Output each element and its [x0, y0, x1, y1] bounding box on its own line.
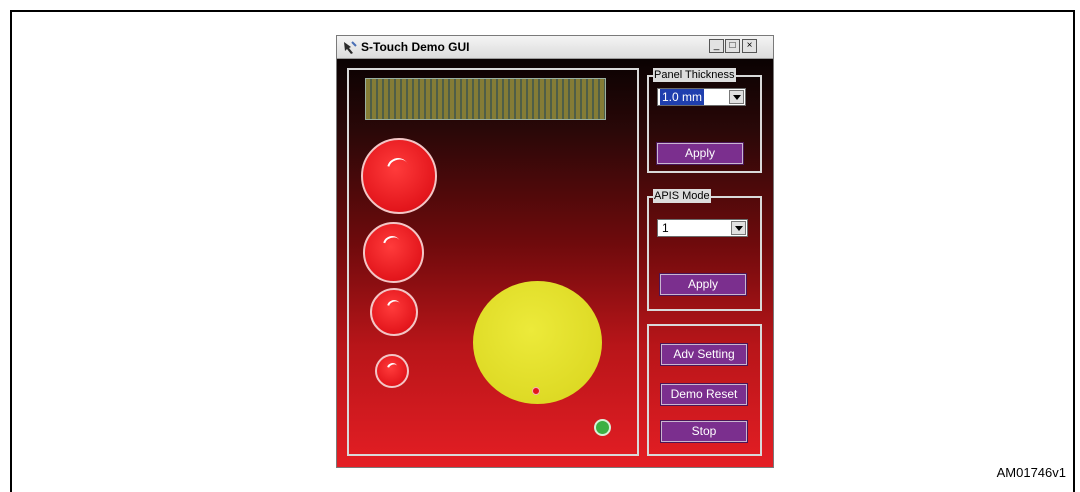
stop-button[interactable]: Stop: [660, 420, 748, 443]
chevron-down-icon[interactable]: [729, 90, 744, 104]
panel-thickness-select[interactable]: 1.0 mm: [657, 88, 746, 106]
title-bar[interactable]: S-Touch Demo GUI _ □ ×: [337, 36, 773, 59]
touch-display-area: [347, 68, 639, 456]
status-indicator-led: [594, 419, 611, 436]
touch-wheel[interactable]: [473, 281, 602, 404]
adv-setting-button[interactable]: Adv Setting: [660, 343, 748, 366]
touch-key-large[interactable]: [361, 138, 437, 214]
window-title: S-Touch Demo GUI: [361, 40, 470, 54]
figure-id: AM01746v1: [996, 465, 1066, 480]
touch-key-tiny[interactable]: [375, 354, 409, 388]
lcd-slider-bar[interactable]: [365, 78, 606, 120]
panel-thickness-value: 1.0 mm: [660, 89, 705, 105]
wheel-position-marker: [532, 387, 540, 395]
touch-key-medium[interactable]: [363, 222, 424, 283]
apis-mode-label: APIS Mode: [653, 189, 711, 203]
minimize-button[interactable]: _: [709, 39, 724, 53]
chevron-down-icon[interactable]: [731, 221, 746, 235]
touch-key-small[interactable]: [370, 288, 418, 336]
apis-mode-value: 1: [662, 221, 669, 235]
apply-apis-button[interactable]: Apply: [659, 273, 747, 296]
app-window: S-Touch Demo GUI _ □ × Panel Thickness 1…: [336, 35, 774, 468]
app-icon: [344, 41, 357, 54]
actions-group: Adv Setting Demo Reset Stop: [647, 324, 762, 456]
close-button[interactable]: ×: [742, 39, 757, 53]
apply-thickness-button[interactable]: Apply: [656, 142, 744, 165]
panel-thickness-group: Panel Thickness 1.0 mm Apply: [647, 68, 762, 173]
demo-reset-button[interactable]: Demo Reset: [660, 383, 748, 406]
apis-mode-select[interactable]: 1: [657, 219, 748, 237]
apis-mode-group: APIS Mode 1 Apply: [647, 189, 762, 311]
panel-thickness-label: Panel Thickness: [653, 68, 736, 82]
maximize-button[interactable]: □: [725, 39, 740, 53]
